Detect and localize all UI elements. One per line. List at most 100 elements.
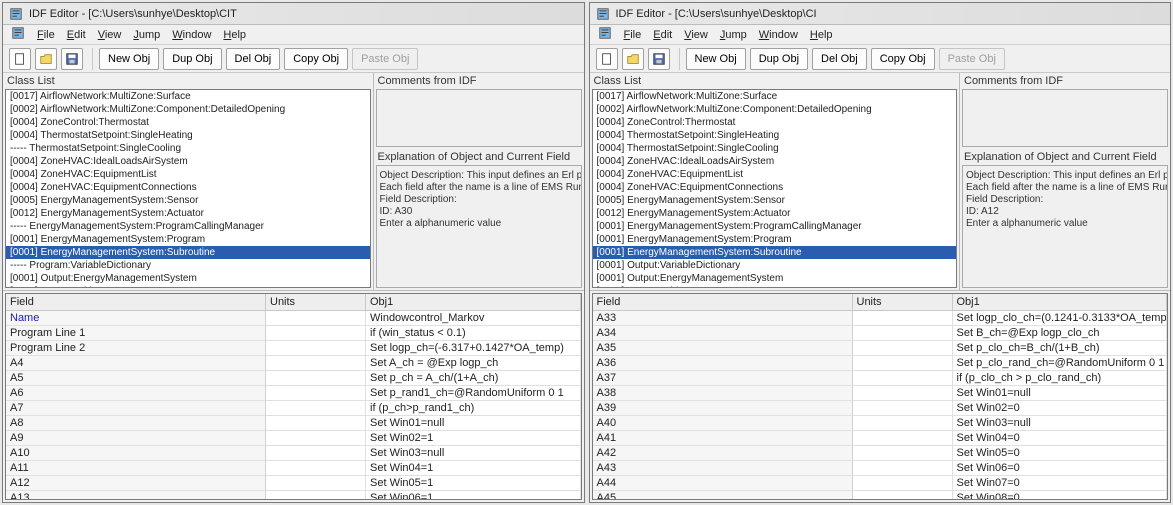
grid-field-cell[interactable]: A6 [6,386,266,401]
grid-field-cell[interactable]: A13 [6,491,266,500]
grid-field-cell[interactable]: A39 [593,401,853,416]
grid-units-cell[interactable] [266,461,366,476]
grid-units-cell[interactable] [266,491,366,500]
grid-units-cell[interactable] [853,386,953,401]
class-list-item[interactable]: ----- ThermostatSetpoint:SingleCooling [6,142,370,155]
class-list-item[interactable]: [0004] ThermostatSetpoint:SingleHeating [6,129,370,142]
grid-header[interactable]: Field [6,294,266,311]
menu-edit[interactable]: Edit [653,29,672,41]
grid-field-cell[interactable]: A40 [593,416,853,431]
menu-help[interactable]: Help [810,29,833,41]
grid-header[interactable]: Units [266,294,366,311]
copy-obj-button[interactable]: Copy Obj [871,48,935,70]
menu-help[interactable]: Help [223,29,246,41]
grid-obj-cell[interactable]: Set Win07=0 [953,476,1168,491]
grid-field-cell[interactable]: A44 [593,476,853,491]
class-list-item[interactable]: [0001] Output:EnergyManagementSystem [593,272,957,285]
del-obj-button[interactable]: Del Obj [226,48,281,70]
class-list[interactable]: [0017] AirflowNetwork:MultiZone:Surface [… [5,89,371,288]
grid-units-cell[interactable] [266,401,366,416]
save-icon-button[interactable] [61,48,83,70]
grid-units-cell[interactable] [266,326,366,341]
grid-units-cell[interactable] [853,371,953,386]
grid-obj-cell[interactable]: Set Win02=0 [953,401,1168,416]
grid-obj-cell[interactable]: Set Win06=1 [366,491,581,500]
grid-obj-cell[interactable]: Set p_clo_rand_ch=@RandomUniform 0 1 [953,356,1168,371]
class-list-item[interactable]: [0001] Output:VariableDictionary [593,259,957,272]
grid-units-cell[interactable] [266,476,366,491]
grid-units-cell[interactable] [266,356,366,371]
grid-field-cell[interactable]: A38 [593,386,853,401]
class-list-item[interactable]: ----- Program:VariableDictionary [6,259,370,272]
grid-units-cell[interactable] [853,461,953,476]
grid-field-cell[interactable]: Program Line 1 [6,326,266,341]
grid-obj-cell[interactable]: Set Win03=null [366,446,581,461]
grid-units-cell[interactable] [853,476,953,491]
menu-file[interactable]: File [37,29,55,41]
grid-obj-cell[interactable]: if (p_clo_ch > p_clo_rand_ch) [953,371,1168,386]
grid-field-cell[interactable]: Program Line 2 [6,341,266,356]
menu-view[interactable]: View [98,29,122,41]
grid-units-cell[interactable] [853,491,953,500]
grid-units-cell[interactable] [853,326,953,341]
menu-jump[interactable]: Jump [720,29,747,41]
class-list-item[interactable]: [0001] EnergyManagementSystem:ProgramCal… [593,220,957,233]
class-list-item[interactable]: [0001] Output:Table:SummaryReports [593,285,957,288]
grid-obj-cell[interactable]: Set B_ch=@Exp logp_clo_ch [953,326,1168,341]
class-list-item[interactable]: ----- EnergyManagementSystem:ProgramCall… [6,220,370,233]
grid-obj-cell[interactable]: if (p_ch>p_rand1_ch) [366,401,581,416]
class-list-item[interactable]: [0004] ThermostatSetpoint:SingleCooling [593,142,957,155]
grid-field-cell[interactable]: A36 [593,356,853,371]
grid-obj-cell[interactable]: Set Win04=1 [366,461,581,476]
menu-window[interactable]: Window [759,29,798,41]
new-obj-button[interactable]: New Obj [686,48,746,70]
grid-field-cell[interactable]: A11 [6,461,266,476]
class-list-item[interactable]: [0004] ThermostatSetpoint:SingleHeating [593,129,957,142]
new-icon-button[interactable] [596,48,618,70]
class-list-item[interactable]: [0017] AirflowNetwork:MultiZone:Surface [6,90,370,103]
grid-obj-cell[interactable]: Set Win01=null [953,386,1168,401]
open-icon-button[interactable] [622,48,644,70]
grid-obj-cell[interactable]: Set p_rand1_ch=@RandomUniform 0 1 [366,386,581,401]
grid-field-cell[interactable]: A37 [593,371,853,386]
grid-header[interactable]: Obj1 [953,294,1168,311]
grid-obj-cell[interactable]: Set Win08=0 [953,491,1168,500]
grid-header[interactable]: Units [853,294,953,311]
class-list-item[interactable]: [0004] ZoneHVAC:EquipmentList [593,168,957,181]
grid-field-cell[interactable]: A12 [6,476,266,491]
grid-units-cell[interactable] [853,431,953,446]
class-list-item[interactable]: [0017] AirflowNetwork:MultiZone:Surface [593,90,957,103]
class-list[interactable]: [0017] AirflowNetwork:MultiZone:Surface[… [592,89,958,288]
new-obj-button[interactable]: New Obj [99,48,159,70]
class-list-item[interactable]: [0004] ZoneHVAC:IdealLoadsAirSystem [593,155,957,168]
grid-obj-cell[interactable]: Set Win03=null [953,416,1168,431]
grid-obj-cell[interactable]: Windowcontrol_Markov [366,311,581,326]
grid-units-cell[interactable] [853,356,953,371]
grid-field-cell[interactable]: Name [6,311,266,326]
grid-units-cell[interactable] [266,431,366,446]
grid-field-cell[interactable]: A33 [593,311,853,326]
class-list-item[interactable]: [0002] AirflowNetwork:MultiZone:Componen… [593,103,957,116]
field-grid[interactable]: FieldUnitsObj1A33Set logp_clo_ch=(0.1241… [592,293,1169,500]
class-list-item[interactable]: [0004] ZoneControl:Thermostat [6,116,370,129]
grid-field-cell[interactable]: A8 [6,416,266,431]
grid-obj-cell[interactable]: Set Win06=0 [953,461,1168,476]
menu-view[interactable]: View [684,29,708,41]
field-grid[interactable]: FieldUnitsObj1NameWindowcontrol_MarkovPr… [5,293,582,500]
grid-obj-cell[interactable]: Set Win02=1 [366,431,581,446]
class-list-item[interactable]: [0004] ZoneHVAC:IdealLoadsAirSystem [6,155,370,168]
grid-units-cell[interactable] [853,401,953,416]
menu-window[interactable]: Window [172,29,211,41]
class-list-item[interactable]: [0001] Output:EnergyManagementSystem [6,272,370,285]
class-list-item[interactable]: [0004] ZoneHVAC:EquipmentConnections [6,181,370,194]
class-list-item[interactable]: [0004] ZoneHVAC:EquipmentList [6,168,370,181]
grid-field-cell[interactable]: A4 [6,356,266,371]
grid-obj-cell[interactable]: Set p_clo_ch=B_ch/(1+B_ch) [953,341,1168,356]
grid-obj-cell[interactable]: Set p_ch = A_ch/(1+A_ch) [366,371,581,386]
class-list-item[interactable]: [0004] ZoneHVAC:EquipmentConnections [593,181,957,194]
grid-units-cell[interactable] [266,416,366,431]
menu-file[interactable]: File [624,29,642,41]
grid-units-cell[interactable] [853,341,953,356]
grid-header[interactable]: Field [593,294,853,311]
grid-field-cell[interactable]: A5 [6,371,266,386]
